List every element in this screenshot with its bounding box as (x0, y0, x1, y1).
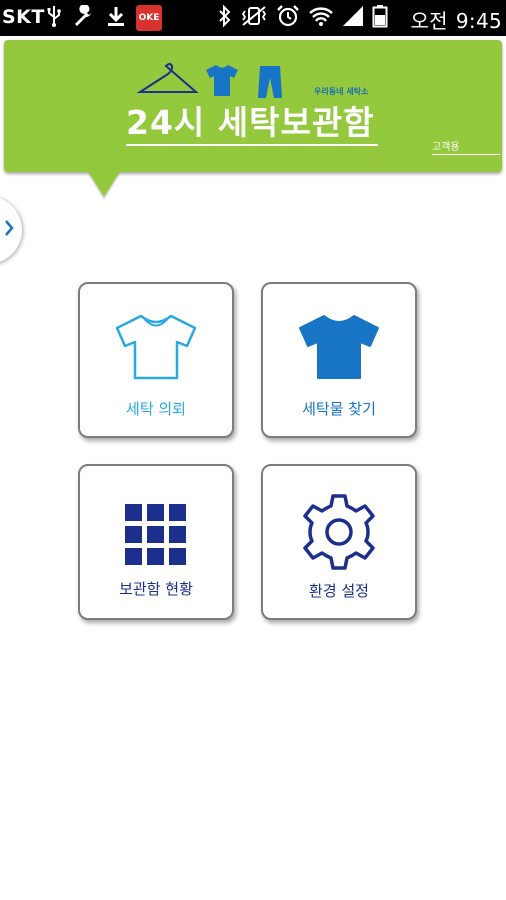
gear-icon (303, 494, 375, 570)
logo-tshirt-icon (206, 65, 238, 96)
alarm-icon (276, 4, 300, 32)
settings-button[interactable]: 환경 설정 (261, 464, 417, 620)
header-banner: 우리동네 세탁소 24시 세탁보관함 고객용 (4, 40, 502, 172)
okcashbag-app-icon: OKE (136, 5, 162, 31)
status-clock: 오전 9:45 (410, 5, 502, 34)
bluetooth-icon (218, 4, 232, 31)
clock-time: 9:45 (455, 9, 502, 33)
banner-pointer (88, 171, 120, 197)
mode-underline (432, 154, 500, 155)
download-icon (106, 5, 126, 31)
clock-ampm: 오전 (410, 9, 448, 33)
tile-label: 보관함 현황 (119, 580, 193, 598)
tile-label: 세탁 의뢰 (126, 400, 186, 418)
tshirt-outline-icon (115, 314, 197, 380)
signal-icon (342, 5, 364, 31)
tshirt-filled-icon (299, 315, 379, 379)
battery-icon (372, 4, 388, 32)
chevron-right-icon[interactable] (2, 216, 16, 244)
title-underline (126, 144, 378, 146)
status-bar: SKT OKE 오전 9:45 (0, 0, 506, 36)
carrier-label: SKT (2, 6, 45, 28)
app-title: 24시 세탁보관함 (126, 103, 375, 142)
find-laundry-button[interactable]: 세탁물 찾기 (261, 282, 417, 438)
laundry-request-button[interactable]: 세탁 의뢰 (78, 282, 234, 438)
wrench-icon (72, 4, 96, 31)
tile-label: 세탁물 찾기 (302, 400, 376, 418)
hanger-icon (136, 63, 199, 93)
notification-app-label: OKE (138, 13, 160, 23)
locker-status-button[interactable]: 보관함 현황 (78, 464, 234, 620)
vibrate-mute-icon (240, 5, 268, 31)
pants-icon (258, 66, 282, 98)
usb-icon (46, 5, 62, 31)
tile-label: 환경 설정 (309, 582, 369, 600)
wifi-icon (308, 5, 334, 31)
grid-icon (125, 504, 186, 565)
mode-label: 고객용 (432, 142, 460, 153)
